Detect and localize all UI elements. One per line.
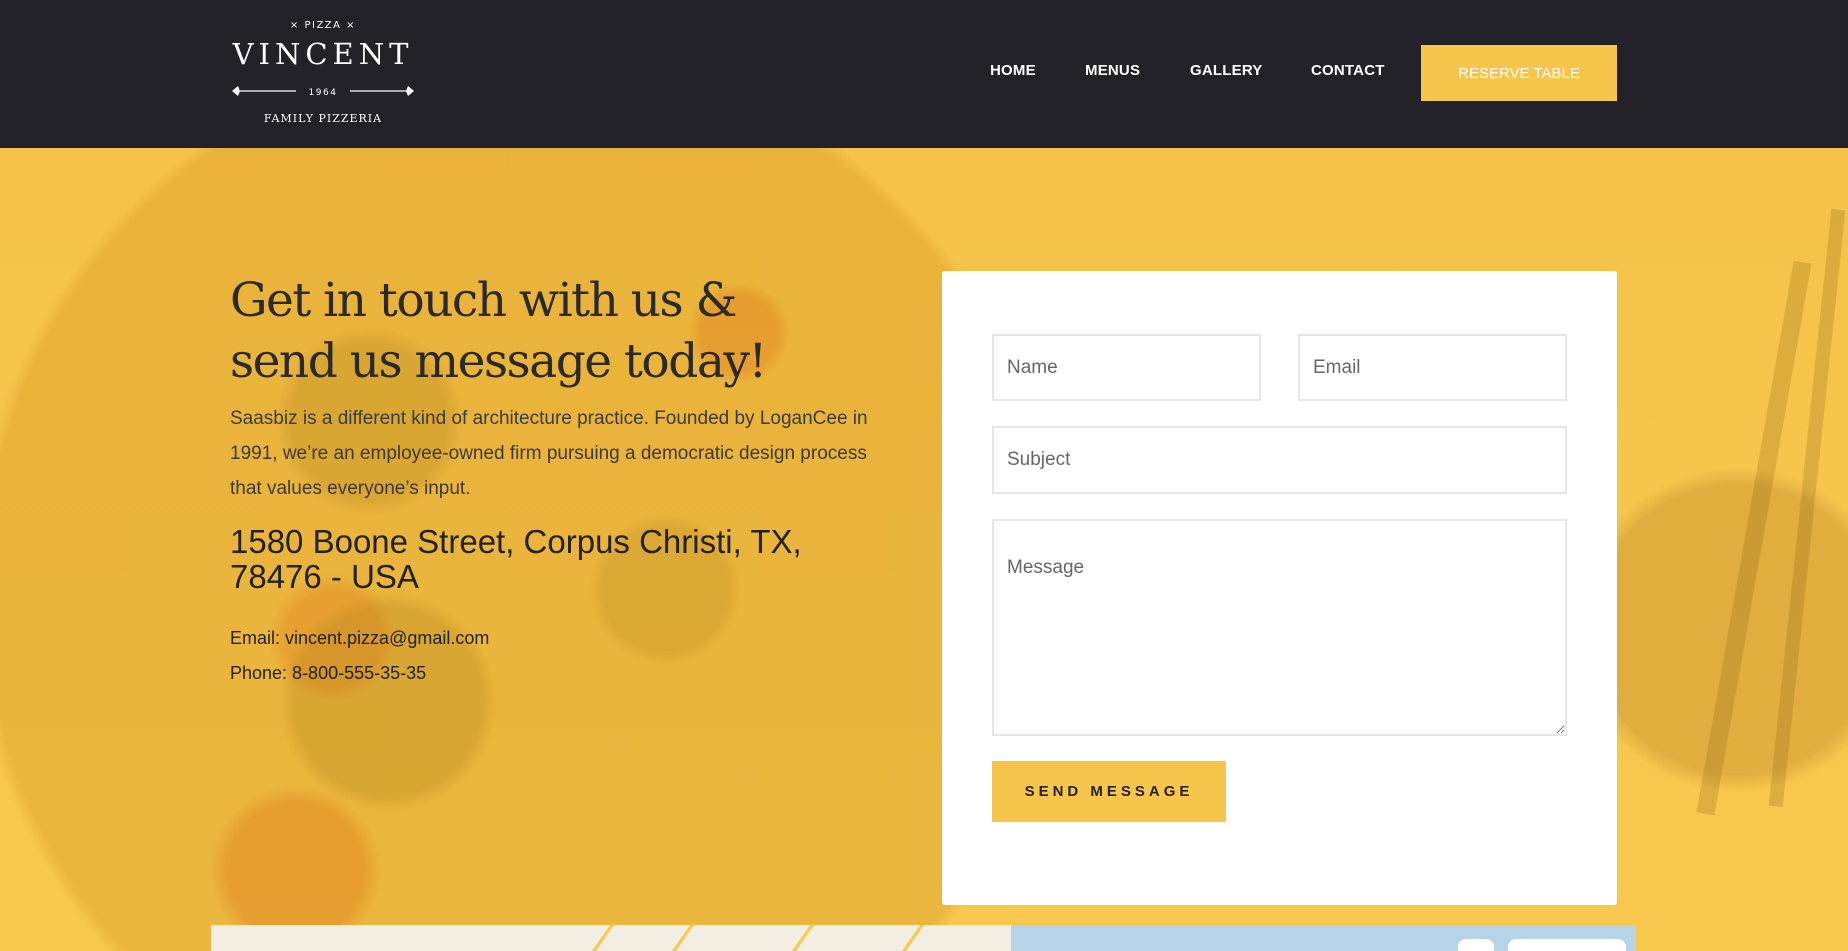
heading-line-1: Get in touch with us &: [230, 273, 737, 328]
map-road: [671, 925, 695, 951]
send-message-button[interactable]: SEND MESSAGE: [992, 761, 1226, 822]
name-input[interactable]: [992, 334, 1261, 401]
subject-input[interactable]: [992, 426, 1567, 494]
map-control[interactable]: [1458, 939, 1494, 951]
email-text: Email: vincent.pizza@gmail.com: [230, 628, 490, 648]
phone-text: Phone: 8-800-555-35-35: [230, 663, 427, 683]
contact-form: SEND MESSAGE: [942, 271, 1617, 905]
contact-heading: Get in touch with us & send us message t…: [230, 270, 830, 392]
map-road: [591, 925, 615, 951]
reserve-table-button[interactable]: RESERVE TABLE: [1421, 45, 1617, 101]
svg-text:VINCENT: VINCENT: [232, 37, 414, 71]
contact-description: Saasbiz is a different kind of architect…: [230, 408, 868, 499]
svg-text:1964: 1964: [309, 88, 338, 98]
message-textarea[interactable]: [992, 519, 1567, 736]
heading-line-2: send us message today!: [230, 334, 767, 389]
svg-text:FAMILY PIZZERIA: FAMILY PIZZERIA: [264, 112, 382, 125]
email-input[interactable]: [1298, 334, 1567, 401]
map-control[interactable]: [1508, 939, 1626, 951]
address-text: 1580 Boone Street, Corpus Christi, TX, 7…: [230, 523, 802, 595]
map-road: [901, 925, 925, 951]
nav-contact[interactable]: CONTACT: [1311, 62, 1385, 79]
site-header: × PIZZA × VINCENT 1964 FAMILY PIZZERIA H…: [0, 0, 1848, 148]
location-map[interactable]: [211, 925, 1636, 951]
vincent-pizza-logo[interactable]: × PIZZA × VINCENT 1964 FAMILY PIZZERIA: [228, 14, 418, 132]
svg-text:× PIZZA ×: × PIZZA ×: [290, 20, 356, 31]
map-road: [791, 925, 815, 951]
nav-home[interactable]: HOME: [990, 62, 1036, 79]
nav-gallery[interactable]: GALLERY: [1190, 62, 1263, 79]
nav-menus[interactable]: MENUS: [1085, 62, 1140, 79]
